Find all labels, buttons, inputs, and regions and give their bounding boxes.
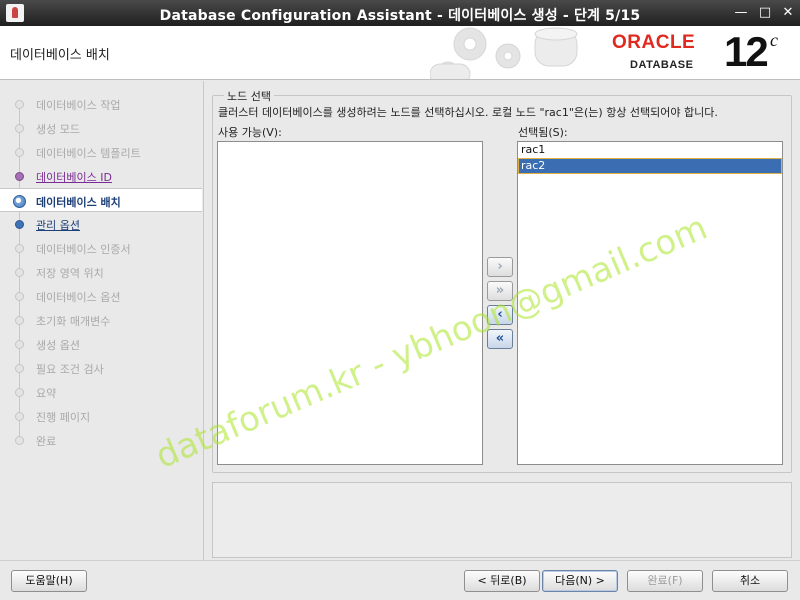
step-item: 데이터베이스 인증서: [0, 236, 202, 260]
list-item-rac2[interactable]: rac2: [518, 158, 782, 174]
step-label: 관리 옵션: [36, 219, 80, 232]
move-right-button[interactable]: ›: [487, 257, 513, 277]
step-label: 데이터베이스 배치: [36, 196, 121, 209]
node-selection-title: 노드 선택: [224, 88, 274, 104]
step-item: 필요 조건 검사: [0, 356, 202, 380]
step-indicator-icon: [15, 148, 24, 157]
step-item[interactable]: 데이터베이스 배치: [0, 188, 202, 212]
step-item: 저장 영역 위치: [0, 260, 202, 284]
step-item: 생성 모드: [0, 116, 202, 140]
step-label: 데이터베이스 작업: [36, 99, 121, 112]
step-indicator-icon: [15, 340, 24, 349]
node-selection-description: 클러스터 데이터베이스를 생성하려는 노드를 선택하십시오. 로컬 노드 "ra…: [218, 106, 718, 119]
back-button[interactable]: < 뒤로(B): [464, 570, 540, 592]
maximize-icon[interactable]: □: [756, 4, 774, 22]
step-indicator-icon: [15, 388, 24, 397]
selected-label: 선택됨(S):: [518, 126, 568, 139]
finish-button[interactable]: 완료(F): [627, 570, 703, 592]
step-item: 진행 페이지: [0, 404, 202, 428]
move-all-left-button[interactable]: «: [487, 329, 513, 349]
step-item[interactable]: 관리 옵션: [0, 212, 202, 236]
move-all-right-button[interactable]: »: [487, 281, 513, 301]
next-button[interactable]: 다음(N) >: [542, 570, 618, 592]
step-label: 데이터베이스 ID: [36, 171, 112, 184]
step-item: 완료: [0, 428, 202, 452]
step-indicator-icon: [15, 268, 24, 277]
step-label: 데이터베이스 템플리트: [36, 147, 141, 160]
selected-nodes-list[interactable]: rac1 rac2: [517, 141, 783, 465]
help-button[interactable]: 도움말(H): [11, 570, 87, 592]
version-number: 12: [724, 28, 769, 75]
window-title: Database Configuration Assistant - 데이터베이…: [159, 8, 641, 24]
step-item: 데이터베이스 템플리트: [0, 140, 202, 164]
cancel-button[interactable]: 취소: [712, 570, 788, 592]
version-suffix: c: [770, 30, 778, 50]
step-item[interactable]: 데이터베이스 ID: [0, 164, 202, 188]
step-item: 데이터베이스 옵션: [0, 284, 202, 308]
step-label: 완료: [36, 435, 57, 448]
step-indicator-icon: [15, 364, 24, 373]
step-indicator-icon: [15, 436, 24, 445]
list-item-rac1[interactable]: rac1: [518, 142, 782, 158]
step-label: 요약: [36, 387, 57, 400]
step-indicator-icon: [15, 172, 24, 181]
available-nodes-list[interactable]: [217, 141, 483, 465]
step-label: 생성 모드: [36, 123, 80, 136]
close-icon[interactable]: ✕: [779, 4, 797, 22]
step-label: 생성 옵션: [36, 339, 80, 352]
step-indicator-icon: [13, 195, 26, 208]
step-indicator-icon: [15, 100, 24, 109]
step-indicator-icon: [15, 412, 24, 421]
gears-graphic-icon: [430, 27, 578, 79]
step-item: 요약: [0, 380, 202, 404]
minimize-icon[interactable]: —: [732, 4, 750, 22]
step-item: 데이터베이스 작업: [0, 92, 202, 116]
available-label: 사용 가능(V):: [218, 126, 282, 139]
step-label: 저장 영역 위치: [36, 267, 104, 280]
step-label: 데이터베이스 옵션: [36, 291, 121, 304]
step-label: 진행 페이지: [36, 411, 91, 424]
step-indicator-icon: [15, 292, 24, 301]
title-bar: Database Configuration Assistant - 데이터베이…: [0, 0, 800, 26]
step-indicator-icon: [15, 124, 24, 133]
header-banner: 데이터베이스 배치 ORACLE DATABASE 12 c: [0, 26, 800, 80]
details-panel: [212, 482, 792, 558]
step-indicator-icon: [15, 220, 24, 229]
step-label: 필요 조건 검사: [36, 363, 104, 376]
step-label: 초기화 매개변수: [36, 315, 111, 328]
step-item: 생성 옵션: [0, 332, 202, 356]
page-title: 데이터베이스 배치: [10, 48, 110, 63]
oracle-logo: ORACLE: [612, 32, 696, 53]
step-label: 데이터베이스 인증서: [36, 243, 131, 256]
move-left-button[interactable]: ‹: [487, 305, 513, 325]
step-item: 초기화 매개변수: [0, 308, 202, 332]
step-navigation: 데이터베이스 작업생성 모드데이터베이스 템플리트데이터베이스 ID 데이터베이스…: [0, 90, 202, 560]
step-indicator-icon: [15, 244, 24, 253]
database-label: DATABASE: [630, 59, 694, 71]
step-indicator-icon: [15, 316, 24, 325]
